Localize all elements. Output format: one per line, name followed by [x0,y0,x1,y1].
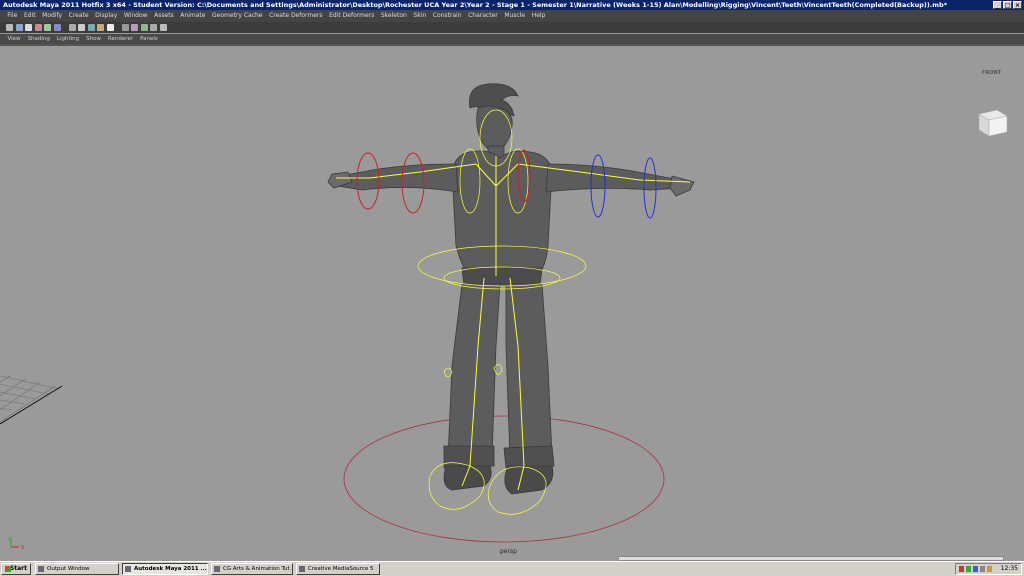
view-cube-icon[interactable] [975,102,1011,138]
camera-icon[interactable] [68,24,76,31]
window-controls: _ □ × [993,1,1022,9]
taskbar-task[interactable]: Autodesk Maya 2011 ... [122,563,208,575]
panel-menu-lighting[interactable]: Lighting [53,34,82,44]
view-cube-label: FRONT [982,70,1002,76]
minimize-button[interactable]: _ [993,1,1002,9]
texture-icon[interactable] [97,24,104,31]
panel-menu-bar: View Shading Lighting Show Renderer Panels [0,34,1024,44]
start-label: Start [9,565,27,572]
tray-icon[interactable] [987,566,992,572]
panel-menu-renderer[interactable]: Renderer [104,34,136,44]
select-tool-icon[interactable] [6,24,13,31]
root-control-curve[interactable] [343,415,665,543]
tray-icon[interactable] [966,566,971,572]
wireframe-icon[interactable] [78,24,85,31]
taskbar-task[interactable]: Creative MediaSource 5 [296,563,380,575]
task-window-icon [125,566,131,572]
rotate-icon[interactable] [44,24,51,31]
menu-item-geometry-cache[interactable]: Geometry Cache [209,10,266,22]
menu-item-character[interactable]: Character [465,10,501,22]
taskbar-task[interactable]: CG Arts & Animation Tut... [211,563,293,575]
move-icon[interactable] [34,24,42,31]
panel-menu-show[interactable]: Show [83,34,105,44]
window-title: Autodesk Maya 2011 Hotfix 3 x64 - Studen… [3,1,948,9]
task-label: Creative MediaSource 5 [308,566,374,572]
axis-indicator: Y X [7,537,25,551]
resolution-gate-icon[interactable] [159,24,167,31]
light-icon[interactable] [106,24,114,31]
taskbar-task[interactable]: Output Window [35,563,119,575]
panel-menu-shading[interactable]: Shading [24,34,53,44]
menu-item-edit[interactable]: Edit [21,10,39,22]
menu-item-skeleton[interactable]: Skeleton [378,10,411,22]
panel-menu-view[interactable]: View [4,34,24,44]
lasso-icon[interactable] [15,24,23,31]
close-button[interactable]: × [1013,1,1022,9]
paint-icon[interactable] [25,24,32,31]
perspective-viewport[interactable]: FRONT [0,46,1024,561]
smooth-shade-icon[interactable] [87,24,95,31]
menu-item-assets[interactable]: Assets [151,10,177,22]
isolate-icon[interactable] [131,24,138,31]
menu-item-display[interactable]: Display [92,10,121,22]
axis-x-label: X [21,545,25,551]
start-button[interactable]: Start [1,563,31,575]
menu-item-create-deformers[interactable]: Create Deformers [266,10,326,22]
shadow-icon[interactable] [121,24,129,31]
menu-item-create[interactable]: Create [65,10,92,22]
menu-item-edit-deformers[interactable]: Edit Deformers [326,10,378,22]
windows-taskbar: Start Output Window Autodesk Maya 2011 ..… [0,561,1024,576]
menu-items: File Edit Modify Create Display Window Assets A… [4,10,549,22]
tray-icon[interactable] [959,566,964,572]
menu-item-modify[interactable]: Modify [39,10,65,22]
menu-item-help[interactable]: Help [528,10,548,22]
grid-icon[interactable] [150,24,157,31]
xray-icon[interactable] [140,24,148,31]
system-tray: 12:35 [955,563,1022,575]
menu-item-constrain[interactable]: Constrain [429,10,464,22]
task-window-icon [214,566,220,572]
task-window-icon [299,566,305,572]
windows-flag-icon [5,566,11,572]
camera-label: persp [500,548,517,555]
task-label: CG Arts & Animation Tut... [223,566,293,572]
tray-icon[interactable] [980,566,985,572]
ground-grid [0,375,61,423]
maximize-button[interactable]: □ [1003,1,1012,9]
window-title-bar[interactable]: Autodesk Maya 2011 Hotfix 3 x64 - Studen… [0,0,1024,10]
menu-item-window[interactable]: Window [121,10,151,22]
clock: 12:35 [1000,565,1018,572]
panel-menu-items: View Shading Lighting Show Renderer Panels [4,34,161,44]
task-window-icon [38,566,44,572]
main-menu-bar: File Edit Modify Create Display Window Assets A… [0,10,1024,22]
tray-icon[interactable] [973,566,978,572]
scene-canvas [0,83,695,543]
task-label: Output Window [47,566,90,572]
panel-menu-panels[interactable]: Panels [137,34,162,44]
menu-item-muscle[interactable]: Muscle [501,10,528,22]
menu-item-file[interactable]: File [4,10,21,22]
menu-item-skin[interactable]: Skin [410,10,429,22]
task-label: Autodesk Maya 2011 ... [134,566,207,572]
menu-item-animate[interactable]: Animate [177,10,209,22]
status-toolbar [0,22,1024,33]
scale-icon[interactable] [53,24,61,31]
grid-axis-line [0,385,63,425]
